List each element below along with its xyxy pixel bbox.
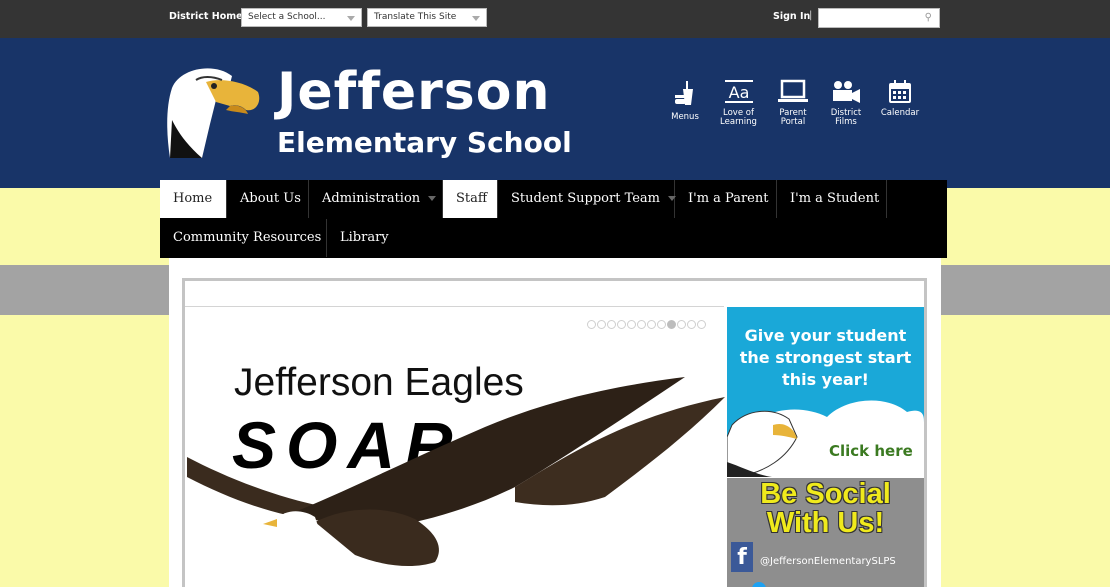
slide-dot[interactable] [627, 320, 636, 329]
slide-dot[interactable] [657, 320, 666, 329]
svg-text:Aa: Aa [728, 83, 749, 102]
laptop-icon [778, 79, 808, 102]
quick-link-label: District Films [830, 108, 862, 127]
social-title-line: Be Social [760, 478, 891, 510]
slide-dot-active[interactable] [667, 320, 676, 329]
quick-link-parent-portal[interactable]: Parent Portal [773, 79, 813, 127]
nav-label: I'm a Parent [688, 191, 769, 206]
slide-dot[interactable] [587, 320, 596, 329]
food-icon [675, 81, 693, 105]
nav-label: Library [340, 230, 389, 245]
nav-item-im-a-parent[interactable]: I'm a Parent [675, 180, 777, 218]
quick-link-label: Menus [671, 112, 699, 122]
social-media-widget: Be Social With Us! f @JeffersonElementar… [727, 478, 924, 587]
utility-bar: District Home Select a School... Transla… [0, 0, 1110, 38]
slideshow-slide[interactable]: Jefferson Eagles SOAR [185, 307, 726, 587]
nav-label: Student Support Team [511, 191, 660, 206]
slide-dot[interactable] [687, 320, 696, 329]
social-title-line: With Us! [766, 507, 885, 539]
main-nav: Home About Us Administration Staff Stude… [160, 180, 947, 258]
chevron-down-icon [347, 16, 355, 21]
separator: | [809, 10, 813, 21]
quick-link-district-films[interactable]: District Films [826, 79, 866, 127]
calendar-icon [889, 80, 911, 103]
nav-item-library[interactable]: Library [327, 219, 400, 257]
quick-link-label: Love of Learning [720, 108, 757, 127]
facebook-handle[interactable]: @JeffersonElementarySLPS [760, 556, 896, 567]
nav-item-im-a-student[interactable]: I'm a Student [777, 180, 887, 218]
nav-item-about-us[interactable]: About Us [227, 180, 309, 218]
nav-label: Home [173, 191, 213, 206]
district-home-link[interactable]: District Home [169, 11, 243, 22]
slide-dot[interactable] [697, 320, 706, 329]
nav-label: I'm a Student [790, 191, 880, 206]
slide-dot[interactable] [637, 320, 646, 329]
quick-link-calendar[interactable]: Calendar [877, 79, 923, 118]
quick-link-label: Parent Portal [779, 108, 807, 127]
slide-dot[interactable] [597, 320, 606, 329]
chevron-down-icon [472, 16, 480, 21]
social-title: Be Social With Us! [727, 480, 924, 538]
eagle-logo[interactable] [166, 62, 262, 160]
search-input[interactable]: ⚲ [818, 8, 940, 28]
twitter-icon[interactable] [752, 582, 766, 587]
slide-dot[interactable] [617, 320, 626, 329]
slide-dot[interactable] [647, 320, 656, 329]
chevron-down-icon [428, 196, 437, 201]
nav-item-home[interactable]: Home [160, 180, 227, 218]
slide-dot[interactable] [677, 320, 686, 329]
nav-label: Administration [322, 191, 421, 206]
nav-label: Staff [456, 191, 488, 206]
nav-label: About Us [240, 191, 301, 206]
strongest-start-promo[interactable]: Give your student the strongest start th… [727, 307, 924, 477]
camera-icon [833, 81, 860, 103]
search-icon[interactable]: ⚲ [925, 12, 932, 23]
click-here-link[interactable]: Click here [829, 442, 913, 460]
slideshow-pager [587, 314, 707, 333]
nav-item-administration[interactable]: Administration [309, 180, 443, 218]
school-name[interactable]: Jefferson [277, 62, 550, 122]
school-subtitle[interactable]: Elementary School [277, 126, 572, 159]
quick-link-label: Calendar [880, 108, 920, 118]
school-select-value: Select a School... [248, 12, 326, 22]
slide-dot[interactable] [607, 320, 616, 329]
facebook-icon[interactable]: f [731, 542, 753, 572]
nav-item-student-support-team[interactable]: Student Support Team [498, 180, 676, 218]
quick-link-menus[interactable]: Menus [668, 79, 702, 122]
dictionary-icon: Aa [724, 80, 753, 103]
translate-select-value: Translate This Site [374, 12, 457, 22]
flying-eagle-image [187, 377, 725, 587]
nav-item-staff[interactable]: Staff [443, 180, 498, 218]
quick-link-love-of-learning[interactable]: Aa Love of Learning [716, 79, 761, 127]
nav-label: Community Resources [173, 230, 322, 245]
school-select[interactable]: Select a School... [241, 8, 362, 27]
site-header: Jefferson Elementary School Menus Aa Lov… [0, 38, 1110, 188]
nav-item-community-resources[interactable]: Community Resources [160, 219, 327, 257]
translate-select[interactable]: Translate This Site [367, 8, 487, 27]
sign-in-link[interactable]: Sign In [773, 11, 810, 22]
